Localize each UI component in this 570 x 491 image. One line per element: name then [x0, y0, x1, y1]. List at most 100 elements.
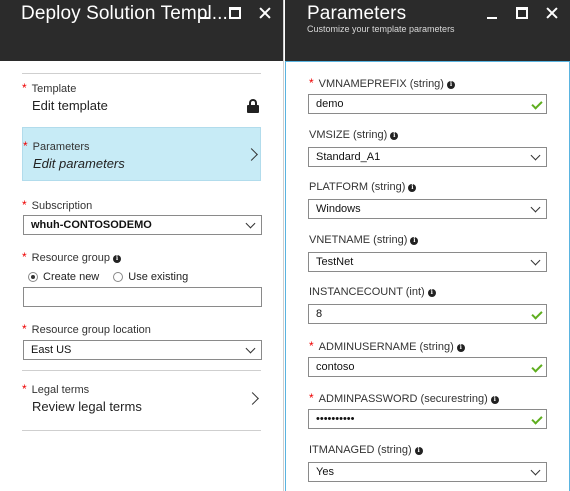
location-label-row: * Resource group location	[22, 322, 151, 336]
info-icon[interactable]: i	[446, 81, 455, 89]
minimize-icon[interactable]	[484, 5, 500, 21]
vnetname-dropdown[interactable]: TestNet	[308, 252, 547, 272]
parameters-form: * VMNAMEPREFIX (string) i demo VMSIZE (strin…	[285, 61, 570, 491]
parameters-blade-header: Parameters Customize your template param…	[285, 0, 570, 61]
legal-title: Legal terms	[31, 384, 90, 396]
deploy-blade: Deploy Solution Templ... * Template Edit …	[0, 0, 284, 491]
info-icon[interactable]: i	[456, 344, 465, 352]
checkmark-icon	[531, 361, 543, 373]
close-icon[interactable]	[544, 5, 560, 21]
resource-group-input[interactable]	[23, 287, 262, 307]
subscription-label-row: * Subscription	[22, 198, 92, 212]
chevron-down-icon	[245, 218, 256, 229]
vmnameprefix-label: VMNAMEPREFIX (string)	[318, 78, 444, 90]
legal-terms-nav-item[interactable]: * Legal terms Review legal terms	[22, 382, 261, 424]
maximize-icon[interactable]	[227, 5, 243, 21]
info-icon[interactable]: i	[408, 184, 417, 192]
required-star: *	[22, 250, 27, 264]
instancecount-input[interactable]: 8	[308, 304, 547, 324]
instancecount-label-row: INSTANCECOUNT (int) i	[309, 286, 436, 298]
required-star: *	[309, 391, 314, 405]
required-star: *	[309, 339, 314, 353]
resource-group-radio-group: Create new Use existing	[28, 271, 202, 283]
required-star: *	[23, 139, 28, 153]
deploy-blade-header: Deploy Solution Templ...	[0, 0, 283, 61]
template-nav-item[interactable]: * Template Edit template	[22, 81, 261, 123]
parameters-blade-subtitle: Customize your template parameters	[307, 24, 455, 34]
subscription-value: whuh-CONTOSODEMO	[31, 219, 152, 231]
minimize-icon[interactable]	[197, 5, 213, 21]
lock-icon	[247, 99, 259, 113]
required-star: *	[22, 382, 27, 396]
adminusername-input[interactable]: contoso	[308, 357, 547, 377]
required-star: *	[22, 322, 27, 336]
vmsize-label: VMSIZE (string)	[309, 129, 388, 141]
chevron-down-icon	[530, 465, 541, 476]
checkmark-icon	[531, 308, 543, 320]
use-existing-radio[interactable]	[113, 272, 124, 282]
parameters-title-row: * Parameters	[23, 139, 260, 153]
location-value: East US	[31, 344, 72, 356]
subscription-dropdown[interactable]: whuh-CONTOSODEMO	[23, 215, 262, 235]
legal-value: Review legal terms	[32, 399, 142, 414]
chevron-down-icon	[530, 255, 541, 266]
required-star: *	[309, 76, 314, 90]
parameters-window-controls	[484, 5, 560, 21]
divider	[22, 73, 261, 74]
itmanaged-value: Yes	[316, 466, 334, 478]
parameters-value: Edit parameters	[33, 156, 125, 171]
checkmark-icon	[531, 98, 543, 110]
adminpassword-label: ADMINPASSWORD (securestring)	[318, 393, 488, 405]
info-icon[interactable]: i	[112, 255, 121, 263]
info-icon[interactable]: i	[490, 396, 499, 404]
required-star: *	[22, 81, 27, 95]
info-icon[interactable]: i	[414, 447, 423, 455]
adminusername-label: ADMINUSERNAME (string)	[318, 341, 454, 353]
divider	[22, 430, 261, 431]
maximize-icon[interactable]	[514, 5, 530, 21]
vnetname-label: VNETNAME (string)	[309, 234, 408, 246]
adminusername-value: contoso	[316, 361, 355, 373]
adminpassword-input[interactable]: ••••••••••	[308, 409, 547, 429]
deploy-window-controls	[197, 5, 273, 21]
parameters-nav-item[interactable]: * Parameters Edit parameters	[22, 127, 261, 181]
vmsize-dropdown[interactable]: Standard_A1	[308, 147, 547, 167]
itmanaged-dropdown[interactable]: Yes	[308, 462, 547, 482]
info-icon[interactable]: i	[427, 289, 436, 297]
close-icon[interactable]	[257, 5, 273, 21]
parameters-blade-title: Parameters	[307, 3, 407, 24]
vnetname-value: TestNet	[316, 256, 354, 268]
divider	[22, 370, 261, 371]
location-dropdown[interactable]: East US	[23, 340, 262, 360]
vmsize-label-row: VMSIZE (string) i	[309, 129, 399, 141]
adminpassword-label-row: * ADMINPASSWORD (securestring) i	[309, 391, 499, 405]
platform-label-row: PLATFORM (string) i	[309, 181, 417, 193]
create-new-label[interactable]: Create new	[43, 271, 99, 283]
vmnameprefix-value: demo	[316, 98, 344, 110]
chevron-down-icon	[530, 150, 541, 161]
vmsize-value: Standard_A1	[316, 151, 381, 163]
platform-label: PLATFORM (string)	[309, 181, 406, 193]
itmanaged-label: ITMANAGED (string)	[309, 444, 412, 456]
template-value: Edit template	[32, 98, 108, 113]
checkmark-icon	[531, 413, 543, 425]
template-title-row: * Template	[22, 81, 261, 95]
use-existing-label[interactable]: Use existing	[128, 271, 188, 283]
info-icon[interactable]: i	[390, 132, 399, 140]
create-new-radio[interactable]	[28, 272, 38, 282]
resource-group-label-row: * Resource group i	[22, 250, 121, 264]
template-title: Template	[31, 83, 77, 95]
required-star: *	[22, 198, 27, 212]
subscription-label: Subscription	[31, 200, 93, 212]
vnetname-label-row: VNETNAME (string) i	[309, 234, 419, 246]
chevron-down-icon	[245, 343, 256, 354]
info-icon[interactable]: i	[410, 237, 419, 245]
adminpassword-value: ••••••••••	[316, 413, 355, 425]
instancecount-value: 8	[316, 308, 323, 320]
chevron-down-icon	[530, 202, 541, 213]
vmnameprefix-input[interactable]: demo	[308, 94, 547, 114]
itmanaged-label-row: ITMANAGED (string) i	[309, 444, 423, 456]
vmnameprefix-label-row: * VMNAMEPREFIX (string) i	[309, 76, 455, 90]
location-label: Resource group location	[31, 324, 151, 336]
platform-dropdown[interactable]: Windows	[308, 199, 547, 219]
